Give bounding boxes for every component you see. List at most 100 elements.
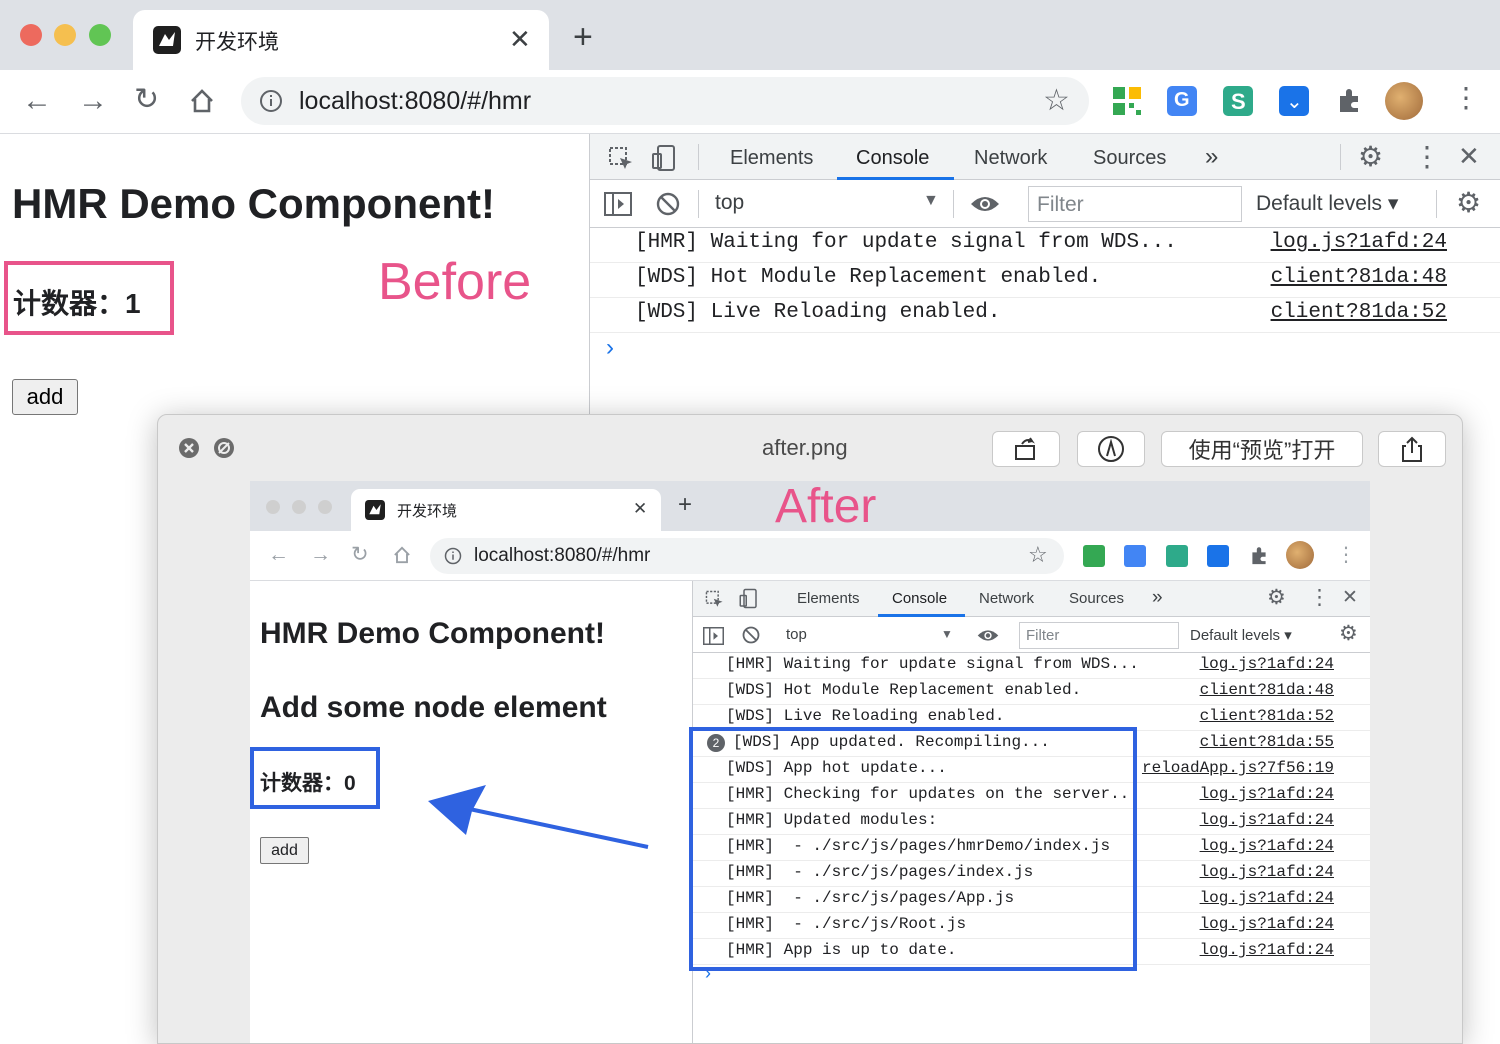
inner-tab-elements: Elements (797, 590, 860, 607)
markup-pen-icon (1098, 436, 1124, 462)
inner-device-icon (739, 588, 757, 609)
inner-log-source: log.js?1afd:24 (1199, 863, 1334, 881)
inner-settings-icon: ⚙ (1267, 586, 1286, 609)
console-log-row: [HMR] Waiting for update signal from WDS… (590, 228, 1500, 263)
console-settings-icon[interactable]: ⚙ (1456, 186, 1481, 219)
save-extension-icon[interactable]: ⌄ (1279, 86, 1309, 116)
filter-placeholder: Filter (1037, 193, 1084, 216)
preview-close-icon[interactable] (178, 437, 200, 459)
rotate-button[interactable] (992, 431, 1060, 467)
markup-button[interactable] (1077, 431, 1145, 467)
inner-filter-placeholder: Filter (1026, 627, 1060, 644)
minimize-window-button[interactable] (54, 24, 76, 46)
inner-log-source: client?81da:48 (1199, 681, 1334, 699)
new-tab-button[interactable]: + (573, 20, 593, 54)
log-source-link[interactable]: log.js?1afd:24 (1271, 231, 1447, 254)
console-prompt[interactable]: › (606, 334, 614, 362)
context-dropdown-icon[interactable]: ▼ (923, 192, 939, 210)
preview-minimize-icon[interactable] (213, 437, 235, 459)
inner-counter-label: 计数器：0 (260, 772, 356, 795)
inner-log-row: [HMR] Waiting for update signal from WDS… (693, 653, 1370, 679)
inspect-element-icon[interactable] (608, 146, 634, 172)
info-icon[interactable] (259, 89, 283, 113)
inner-tab-title: 开发环境 (397, 503, 458, 520)
inner-log-source: log.js?1afd:24 (1199, 655, 1334, 673)
add-button[interactable]: add (12, 379, 78, 415)
inner-reload-icon: ↻ (351, 543, 369, 566)
inner-log-source: reloadApp.js?7f56:19 (1141, 759, 1334, 777)
preview-window: after.png 使用“预览”打开 开发环境 ✕ + After ← → ↻ (157, 414, 1463, 1044)
inner-eye-icon (977, 630, 999, 641)
filter-input[interactable]: Filter (1028, 186, 1242, 222)
clear-console-icon[interactable] (656, 192, 680, 216)
inner-forward-icon: → (310, 543, 331, 566)
log-source-link[interactable]: client?81da:52 (1271, 301, 1447, 324)
log-source-link[interactable]: client?81da:48 (1271, 266, 1447, 289)
inner-tab-network: Network (979, 590, 1035, 607)
devtools-tabbar: Elements Console Network Sources » ⚙ ⋮ ✕ (590, 134, 1500, 180)
inner-log-source: client?81da:52 (1199, 707, 1334, 725)
tab-console[interactable]: Console (856, 147, 929, 170)
share-button[interactable] (1378, 431, 1446, 467)
open-in-preview-button[interactable]: 使用“预览”打开 (1161, 431, 1363, 467)
close-tab-icon[interactable]: ✕ (509, 24, 531, 55)
inner-console-settings-icon: ⚙ (1339, 622, 1358, 645)
new-logs-highlight-box (689, 727, 1137, 971)
settings-gear-icon[interactable]: ⚙ (1358, 140, 1383, 173)
home-icon[interactable] (188, 87, 216, 115)
more-tabs-icon[interactable]: » (1205, 143, 1218, 171)
inner-page-subheading: Add some node element (260, 691, 607, 724)
close-window-button[interactable] (20, 24, 42, 46)
tab-sources[interactable]: Sources (1093, 147, 1166, 170)
qr-extension-icon[interactable] (1112, 86, 1142, 116)
devtools-menu-icon[interactable]: ⋮ (1413, 140, 1441, 173)
inner-tab-console: Console (892, 590, 948, 607)
forward-icon[interactable]: → (78, 86, 108, 116)
inner-log-source: client?81da:55 (1199, 733, 1334, 751)
context-select[interactable]: top (715, 191, 744, 215)
inner-more-tabs-icon: » (1152, 587, 1163, 608)
url-text[interactable]: localhost:8080/#/hmr (299, 87, 531, 116)
inner-log-source: log.js?1afd:24 (1199, 785, 1334, 803)
extensions-puzzle-icon[interactable] (1334, 86, 1364, 116)
bookmark-star-icon[interactable]: ☆ (1043, 83, 1070, 118)
preview-title: after.png (762, 435, 848, 460)
inner-tab-sources: Sources (1069, 590, 1125, 607)
maximize-window-button[interactable] (89, 24, 111, 46)
inner-console-toolbar: top ▼ Filter Default levels ▾ ⚙ (693, 617, 1370, 653)
address-bar[interactable]: localhost:8080/#/hmr ☆ (241, 77, 1089, 125)
inner-save-extension-icon (1207, 545, 1229, 567)
inner-s-extension-icon (1166, 545, 1188, 567)
sidebar-toggle-icon[interactable] (604, 192, 632, 216)
browser-tab[interactable]: 开发环境 ✕ (133, 10, 549, 70)
inner-log-message: [HMR] Waiting for update signal from WDS… (726, 655, 1139, 673)
back-icon[interactable]: ← (22, 86, 52, 116)
log-levels-select[interactable]: Default levels ▾ (1256, 191, 1398, 216)
inner-menu-icon: ⋮ (1336, 544, 1356, 566)
avatar[interactable] (1385, 82, 1423, 120)
counter-label: 计数器：1 (13, 288, 141, 319)
inner-inspect-icon (705, 590, 723, 607)
inner-favicon-icon (365, 500, 385, 520)
close-devtools-icon[interactable]: ✕ (1458, 141, 1480, 172)
inner-log-source: log.js?1afd:24 (1199, 837, 1334, 855)
inner-url-text: localhost:8080/#/hmr (474, 545, 651, 566)
more-menu-icon[interactable]: ⋮ (1452, 84, 1480, 112)
inner-translate-extension-icon (1124, 545, 1146, 567)
inner-close-devtools-icon: ✕ (1342, 587, 1358, 608)
translate-extension-icon[interactable]: G (1167, 86, 1197, 116)
inner-browser-tab: 开发环境 ✕ (351, 489, 661, 531)
reload-icon[interactable]: ↻ (134, 85, 159, 115)
rotate-icon (1015, 437, 1035, 460)
s-extension-icon[interactable]: S (1223, 86, 1253, 116)
inner-log-source: log.js?1afd:24 (1199, 941, 1334, 959)
inner-qr-extension-icon (1083, 545, 1105, 567)
live-expression-eye-icon[interactable] (970, 194, 1000, 214)
inner-new-tab-icon: + (678, 491, 693, 518)
inner-home-icon (394, 546, 410, 564)
device-toolbar-icon[interactable] (650, 144, 678, 172)
inner-star-icon: ☆ (1028, 542, 1048, 567)
tab-elements[interactable]: Elements (730, 147, 813, 170)
inner-log-message: [WDS] Live Reloading enabled. (726, 707, 1005, 725)
tab-network[interactable]: Network (974, 147, 1047, 170)
